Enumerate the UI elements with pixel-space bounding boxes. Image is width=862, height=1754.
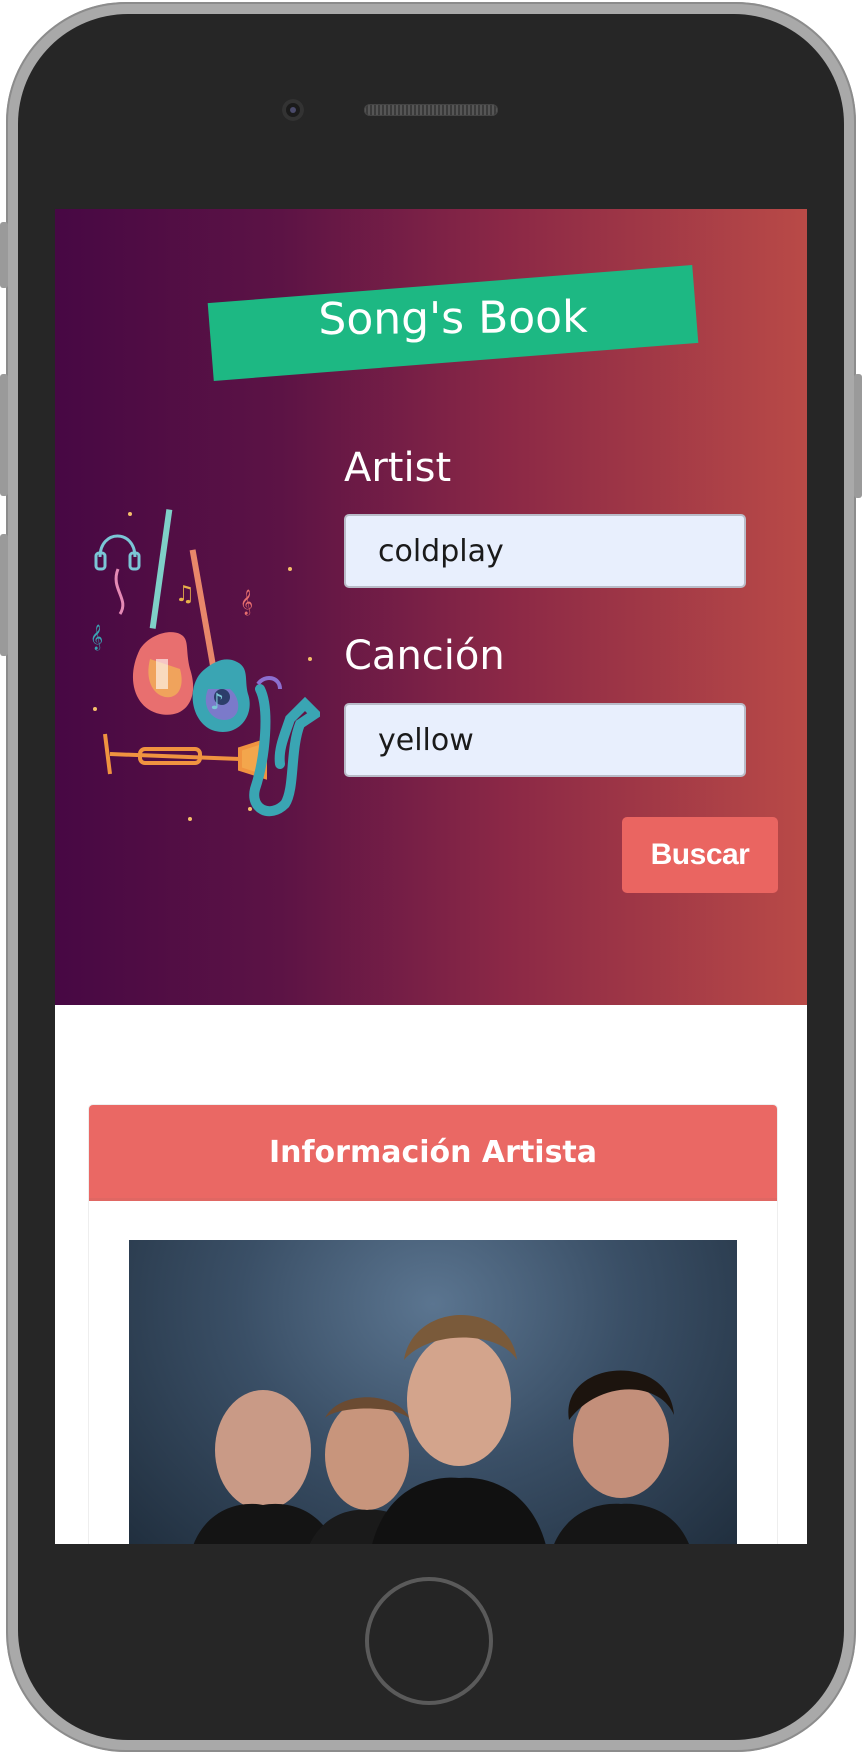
- band-photo-illustration: [193, 1315, 689, 1544]
- app-title: Song's Book: [318, 291, 588, 346]
- svg-text:♪: ♪: [210, 690, 224, 715]
- musical-instruments-illustration: ♫ 𝄞 𝄞 ♪: [90, 509, 320, 821]
- artist-photo: [129, 1240, 737, 1544]
- svg-text:𝄞: 𝄞: [240, 589, 253, 615]
- artist-label: Artist: [344, 445, 452, 491]
- home-button[interactable]: [365, 1577, 493, 1705]
- artist-input[interactable]: [344, 514, 746, 588]
- song-input[interactable]: [344, 703, 746, 777]
- earpiece-speaker: [364, 104, 498, 116]
- hero-section: Song's Book ♫ 𝄞 𝄞 ♪ Artist coldplay Canc…: [55, 209, 807, 1005]
- phone-power-button: [854, 374, 862, 498]
- svg-text:♫: ♫: [175, 582, 195, 607]
- phone-volume-down: [0, 534, 8, 656]
- search-button[interactable]: Buscar: [622, 817, 778, 893]
- app-screen: Song's Book ♫ 𝄞 𝄞 ♪ Artist coldplay Canc…: [55, 209, 807, 1544]
- artist-info-header: Información Artista: [89, 1105, 777, 1201]
- front-camera: [282, 99, 304, 121]
- phone-mute-switch: [0, 222, 8, 288]
- svg-text:𝄞: 𝄞: [90, 624, 103, 650]
- song-label: Canción: [344, 633, 505, 679]
- artist-info-card: Información Artista: [88, 1104, 778, 1544]
- phone-volume-up: [0, 374, 8, 496]
